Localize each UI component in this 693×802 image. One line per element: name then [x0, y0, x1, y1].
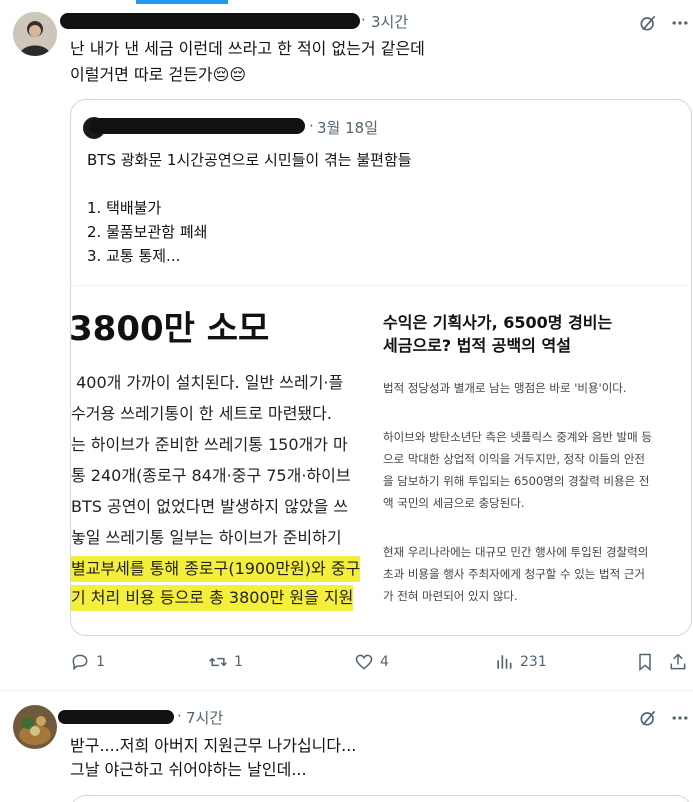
redacted-username[interactable]: [60, 13, 360, 29]
views-icon: [497, 655, 512, 669]
article-left-line-7-highlighted: 별교부세를 통해 종로구(1900만원)와 중구: [71, 556, 361, 582]
article-left-headline: 3800만 소모: [71, 309, 270, 349]
article-left-line-1: 400개 가까이 설치된다. 일반 쓰레기·플: [71, 373, 344, 392]
redacted-quote-username[interactable]: [89, 118, 305, 134]
article-right-headline-1: 수익은 기획사가, 6500명 경비는: [383, 313, 613, 332]
views-button[interactable]: 231: [494, 652, 547, 672]
article-right-p3-l1: 현재 우리나라에는 대규모 민간 행사에 투입된 경찰력의: [383, 545, 649, 559]
share-button[interactable]: [668, 652, 688, 672]
quote-item-3: 3. 교통 통제...: [87, 247, 181, 265]
article-right-p2-l2: 으로 막대한 상업적 이익을 거두지만, 정작 이들의 안전: [383, 452, 646, 466]
post-time[interactable]: 3시간: [371, 11, 408, 32]
separator-dot: ·: [361, 11, 366, 29]
quote-separator-dot: ·: [309, 117, 314, 135]
article-right-p1-l1: 법적 정당성과 별개로 남는 맹점은 바로 '비용'이다.: [383, 381, 627, 395]
post-text-line-2: 그날 야근하고 쉬어야하는 날인데...: [70, 760, 307, 779]
reply-post-2[interactable]: · 7시간 받구....저희 아버지 지원근무 나가십니다... 그날 야근하고…: [0, 691, 693, 802]
article-right-p2-l1: 하이브와 방탄소년단 측은 넷플릭스 중계와 음반 발매 등: [383, 430, 652, 444]
article-left-line-8-highlighted: 기 처리 비용 등으로 총 3800만 원을 지원: [71, 585, 354, 611]
reply-post-1[interactable]: · 3시간 난 내가 낸 세금 이런데 쓰라고 한 적이 없는거 같은데 이럴거…: [0, 0, 693, 690]
article-left-line-2: 수거용 쓰레기통이 한 세트로 마련됐다.: [71, 404, 332, 423]
article-image-left: 3800만 소모 400개 가까이 설치된다. 일반 쓰레기·플 수거용 쓰레기…: [71, 286, 379, 620]
redacted-username[interactable]: [58, 710, 174, 724]
like-count: 4: [380, 654, 389, 670]
avatar[interactable]: [13, 12, 57, 56]
like-button[interactable]: 4: [354, 652, 389, 672]
article-left-line-5: BTS 공연이 없었다면 발생하지 않았을 쓰: [71, 497, 349, 516]
heart-icon: [355, 654, 373, 670]
share-icon: [670, 653, 686, 670]
post-text-line-1: 난 내가 낸 세금 이런데 쓰라고 한 적이 없는거 같은데: [70, 39, 425, 58]
post-time[interactable]: 7시간: [186, 707, 223, 728]
avatar-photo-icon: [13, 12, 57, 56]
retweet-button[interactable]: 1: [208, 652, 243, 672]
reply-icon: [72, 654, 88, 671]
article-right-p3-l2: 초과 비용을 행사 주최자에게 청구할 수 있는 법적 근거: [383, 567, 646, 581]
separator-dot: ·: [177, 707, 182, 725]
quoted-post-partial[interactable]: [70, 795, 692, 802]
article-left-line-4: 통 240개(종로구 84개·중구 75개·하이브: [71, 466, 351, 485]
article-right-p2-l4: 액 국민의 세금으로 충당된다.: [383, 496, 525, 510]
more-icon[interactable]: [668, 11, 692, 35]
quote-image[interactable]: 3800만 소모 400개 가까이 설치된다. 일반 쓰레기·플 수거용 쓰레기…: [71, 285, 688, 620]
retweet-count: 1: [234, 654, 243, 670]
article-right-headline-2: 세금으로? 법적 공백의 역설: [383, 336, 571, 355]
article-right-p2-l3: 을 담보하기 위해 투입되는 6500명의 경찰력 비용은 전: [383, 474, 650, 488]
avatar[interactable]: [13, 705, 57, 749]
grok-icon[interactable]: [636, 706, 660, 730]
article-left-line-3: 는 하이브가 준비한 쓰레기통 150개가 마: [71, 435, 348, 454]
bookmark-icon: [639, 653, 651, 672]
retweet-icon: [209, 657, 227, 667]
quoted-post[interactable]: · 3월 18일 BTS 광화문 1시간공연으로 시민들이 겪는 불편함들 1.…: [70, 99, 692, 636]
bookmark-button[interactable]: [635, 652, 655, 672]
quote-item-2: 2. 물품보관함 폐쇄: [87, 223, 208, 241]
quote-time[interactable]: 3월 18일: [317, 117, 378, 138]
quote-title: BTS 광화문 1시간공연으로 시민들이 겪는 불편함들: [87, 151, 412, 169]
views-count: 231: [520, 654, 547, 670]
reply-button[interactable]: 1: [70, 652, 105, 672]
post-text-line-1: 받구....저희 아버지 지원근무 나가십니다...: [70, 736, 357, 755]
top-highlight-bar: [136, 0, 228, 4]
article-image-right: 수익은 기획사가, 6500명 경비는 세금으로? 법적 공백의 역설 법적 정…: [383, 286, 688, 620]
avatar-photo-icon: [13, 705, 57, 749]
post-text-line-2: 이럴거면 따로 걷든가😔😔: [70, 65, 247, 84]
article-right-p3-l3: 가 전혀 마련되어 있지 않다.: [383, 589, 518, 603]
article-left-line-6: 놓일 쓰레기통 일부는 하이브가 준비하기: [71, 528, 342, 547]
quote-item-1: 1. 택배불가: [87, 199, 162, 217]
reply-count: 1: [96, 654, 105, 670]
grok-icon[interactable]: [636, 11, 660, 35]
action-bar: 1 1 4 231: [70, 652, 690, 676]
more-icon[interactable]: [668, 706, 692, 730]
